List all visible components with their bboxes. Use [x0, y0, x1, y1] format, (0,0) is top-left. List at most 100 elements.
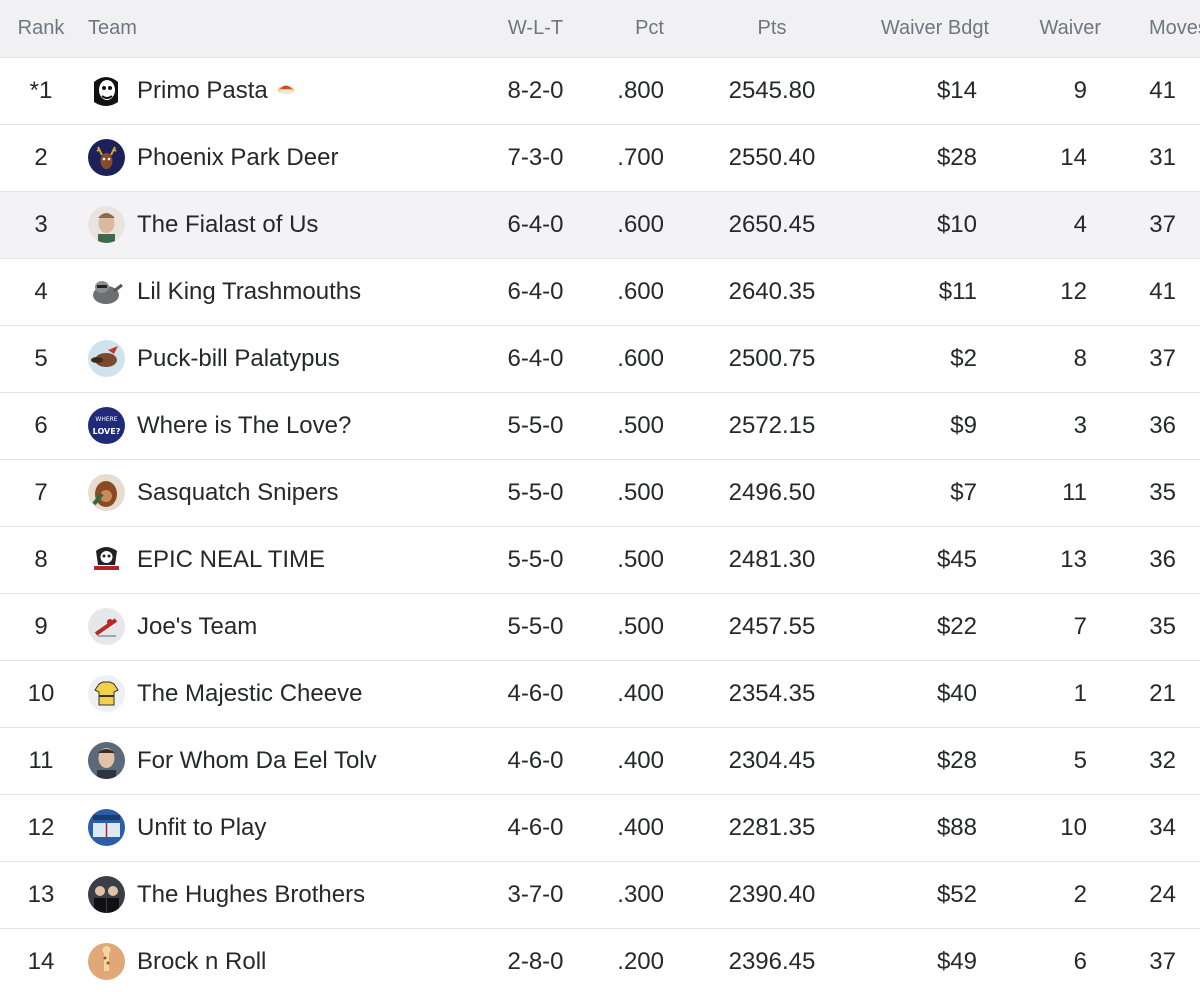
waiver-bdgt-cell: $52: [936, 880, 977, 908]
pts-cell: 2457.55: [728, 612, 816, 640]
table-row: 12 Unfit to Play 4-6-0 .400 2281.35 $88 10 34: [0, 794, 1200, 861]
rank-cell: 10: [27, 679, 55, 707]
team-name-link[interactable]: EPIC NEAL TIME: [137, 546, 325, 574]
team-cell: The Fialast of Us: [82, 191, 487, 258]
portrait-bw-icon[interactable]: [88, 72, 125, 109]
rank-cell: 2: [34, 143, 48, 171]
raccoon-icon[interactable]: [88, 273, 125, 310]
waiver-bdgt-cell: $28: [936, 143, 977, 171]
table-row: 8 EPIC NEAL TIME 5-5-0 .500 2481.30 $45 13 36: [0, 526, 1200, 593]
pct-cell: .500: [617, 478, 664, 506]
wlt-cell: 7-3-0: [507, 143, 564, 171]
pts-cell: 2650.45: [728, 210, 816, 238]
header-rank[interactable]: Rank: [0, 0, 82, 58]
jersey-icon[interactable]: [88, 675, 125, 712]
team-cell: Joe's Team: [82, 593, 487, 660]
pct-cell: .200: [617, 947, 664, 975]
rank-cell: 6: [34, 411, 48, 439]
header-moves[interactable]: Moves: [1149, 0, 1200, 58]
table-row: 4 Lil King Trashmouths 6-4-0 .600 2640.35 $11…: [0, 258, 1200, 325]
waiver-bdgt-cell: $22: [936, 612, 977, 640]
rank-cell: 9: [34, 612, 48, 640]
table-row: 7 Sasquatch Snipers 5-5-0 .500 2496.50 $7 11 35: [0, 459, 1200, 526]
face-portrait-icon[interactable]: [88, 206, 125, 243]
team-cell: WHERE LOVE? Where is The Love?: [82, 392, 487, 459]
team-cell: Brock n Roll: [82, 928, 487, 992]
header-pts[interactable]: Pts: [672, 0, 872, 58]
wlt-cell: 8-2-0: [507, 76, 564, 104]
wlt-cell: 5-5-0: [507, 612, 564, 640]
svg-text:LOVE?: LOVE?: [93, 427, 121, 436]
team-name-link[interactable]: Phoenix Park Deer: [137, 144, 338, 172]
wlt-cell: 5-5-0: [507, 478, 564, 506]
table-row: 14 Brock n Roll 2-8-0 .200 2396.45 $49 6 37: [0, 928, 1200, 992]
platypus-icon[interactable]: [88, 340, 125, 377]
team-name-link[interactable]: Unfit to Play: [137, 814, 266, 842]
waiver-cell: 10: [1060, 813, 1087, 841]
sasquatch-icon[interactable]: [88, 474, 125, 511]
wlt-cell: 6-4-0: [507, 344, 564, 372]
team-cell: EPIC NEAL TIME: [82, 526, 487, 593]
waiver-cell: 8: [1073, 344, 1087, 372]
two-people-icon[interactable]: [88, 876, 125, 913]
header-pct[interactable]: Pct: [584, 0, 672, 58]
table-row: 9 Joe's Team 5-5-0 .500 2457.55 $22 7 35: [0, 593, 1200, 660]
wlt-cell: 5-5-0: [507, 411, 564, 439]
deer-logo-icon[interactable]: [88, 139, 125, 176]
team-name-link[interactable]: Puck-bill Palatypus: [137, 345, 340, 373]
team-name-link[interactable]: Joe's Team: [137, 613, 257, 641]
team-cell: Puck-bill Palatypus: [82, 325, 487, 392]
team-name-link[interactable]: Primo Pasta: [137, 77, 268, 105]
team-name-link[interactable]: For Whom Da Eel Tolv: [137, 747, 377, 775]
team-name-link[interactable]: Sasquatch Snipers: [137, 479, 338, 507]
giraffe-icon[interactable]: [88, 943, 125, 980]
waiver-bdgt-cell: $7: [950, 478, 977, 506]
team-name-link[interactable]: Lil King Trashmouths: [137, 278, 361, 306]
wlt-cell: 6-4-0: [507, 277, 564, 305]
waiver-cell: 2: [1073, 880, 1087, 908]
waiver-cell: 5: [1073, 746, 1087, 774]
waiver-cell: 14: [1060, 143, 1087, 171]
wlt-cell: 4-6-0: [507, 679, 564, 707]
header-waiver-bdgt[interactable]: Waiver Bdgt: [872, 0, 989, 58]
waiver-bdgt-cell: $88: [936, 813, 977, 841]
skull-logo-icon[interactable]: [88, 541, 125, 578]
svg-text:WHERE: WHERE: [95, 416, 117, 423]
waiver-cell: 1: [1073, 679, 1087, 707]
team-cell: Primo Pasta: [82, 57, 487, 124]
team-cell: Phoenix Park Deer: [82, 124, 487, 191]
wlt-cell: 4-6-0: [507, 813, 564, 841]
pts-cell: 2304.45: [728, 746, 816, 774]
rank-cell: 5: [34, 344, 48, 372]
wlt-cell: 2-8-0: [507, 947, 564, 975]
waiver-bdgt-cell: $45: [936, 545, 977, 573]
header-team[interactable]: Team: [82, 0, 487, 58]
team-cell: The Hughes Brothers: [82, 861, 487, 928]
team-name-link[interactable]: The Fialast of Us: [137, 211, 318, 239]
table-row: 3 The Fialast of Us 6-4-0 .600 2650.45 $10 4 37: [0, 191, 1200, 258]
hockey-rink-icon[interactable]: [88, 809, 125, 846]
person-portrait-icon[interactable]: [88, 742, 125, 779]
wlt-cell: 5-5-0: [507, 545, 564, 573]
pct-cell: .600: [617, 210, 664, 238]
waiver-cell: 7: [1073, 612, 1087, 640]
moves-cell: 32: [1149, 746, 1176, 774]
moves-cell: 36: [1149, 411, 1176, 439]
team-name-link[interactable]: The Hughes Brothers: [137, 881, 365, 909]
pct-cell: .500: [617, 545, 664, 573]
header-wlt[interactable]: W-L-T: [487, 0, 584, 58]
rank-cell: 14: [27, 947, 55, 975]
pts-cell: 2496.50: [728, 478, 816, 506]
pct-cell: .400: [617, 679, 664, 707]
team-name-link[interactable]: Where is The Love?: [137, 412, 351, 440]
wlt-cell: 3-7-0: [507, 880, 564, 908]
waiver-cell: 6: [1073, 947, 1087, 975]
rank-cell: 11: [28, 746, 54, 774]
header-waiver[interactable]: Waiver: [989, 0, 1149, 58]
team-cell: The Majestic Cheeve: [82, 660, 487, 727]
team-name-link[interactable]: Brock n Roll: [137, 948, 266, 976]
love-badge-icon[interactable]: WHERE LOVE?: [88, 407, 125, 444]
hockey-player-icon[interactable]: [88, 608, 125, 645]
waiver-bdgt-cell: $14: [936, 76, 977, 104]
team-name-link[interactable]: The Majestic Cheeve: [137, 680, 362, 708]
